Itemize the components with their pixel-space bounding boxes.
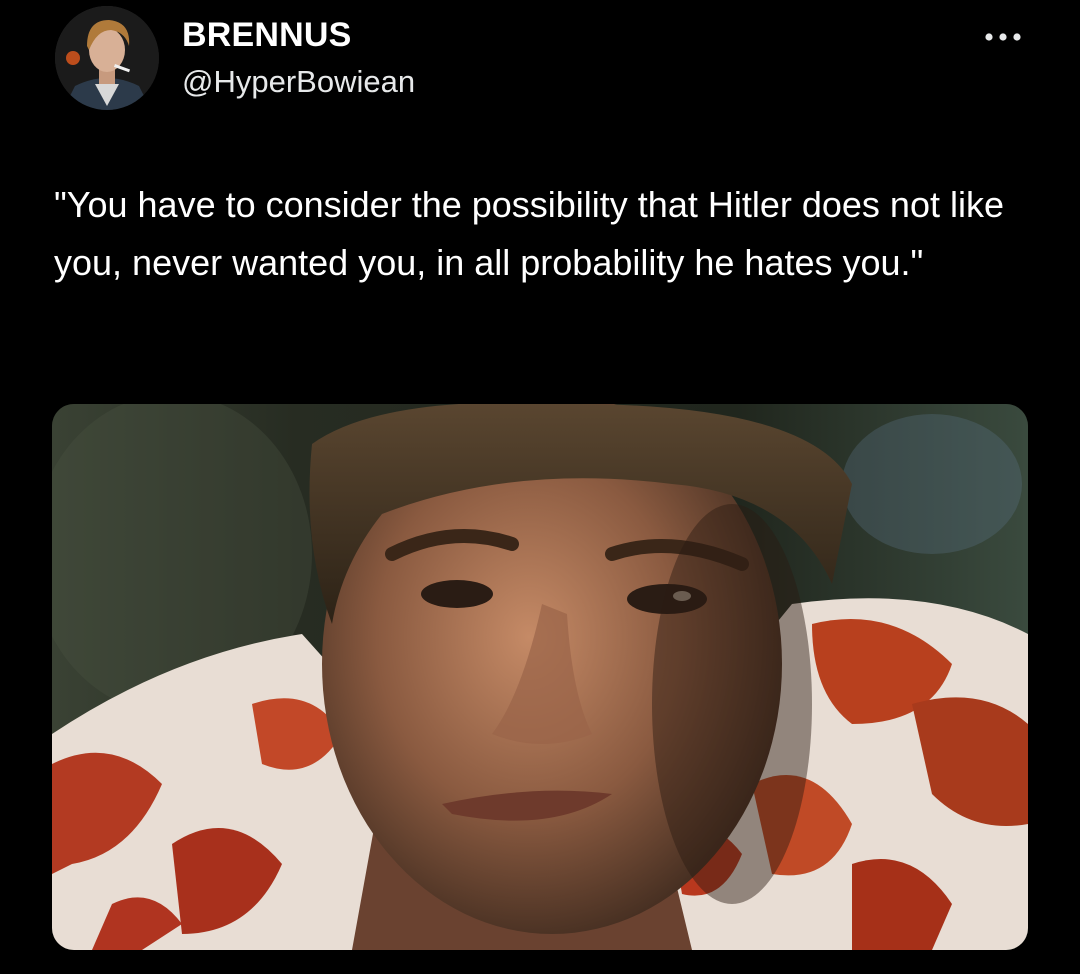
author-avatar[interactable]: [55, 6, 159, 110]
more-dots-icon: [985, 33, 1021, 41]
post-media-image[interactable]: [52, 404, 1028, 950]
post-text: "You have to consider the possibility th…: [54, 184, 1015, 283]
more-options-button[interactable]: [978, 22, 1028, 52]
author-display-name[interactable]: BRENNUS: [182, 16, 352, 55]
avatar-portrait-icon: [55, 6, 159, 110]
author-handle[interactable]: @HyperBowiean: [182, 64, 415, 100]
film-still-image: [52, 404, 1028, 950]
tweet-post: BRENNUS @HyperBowiean "You have to consi…: [0, 0, 1080, 974]
